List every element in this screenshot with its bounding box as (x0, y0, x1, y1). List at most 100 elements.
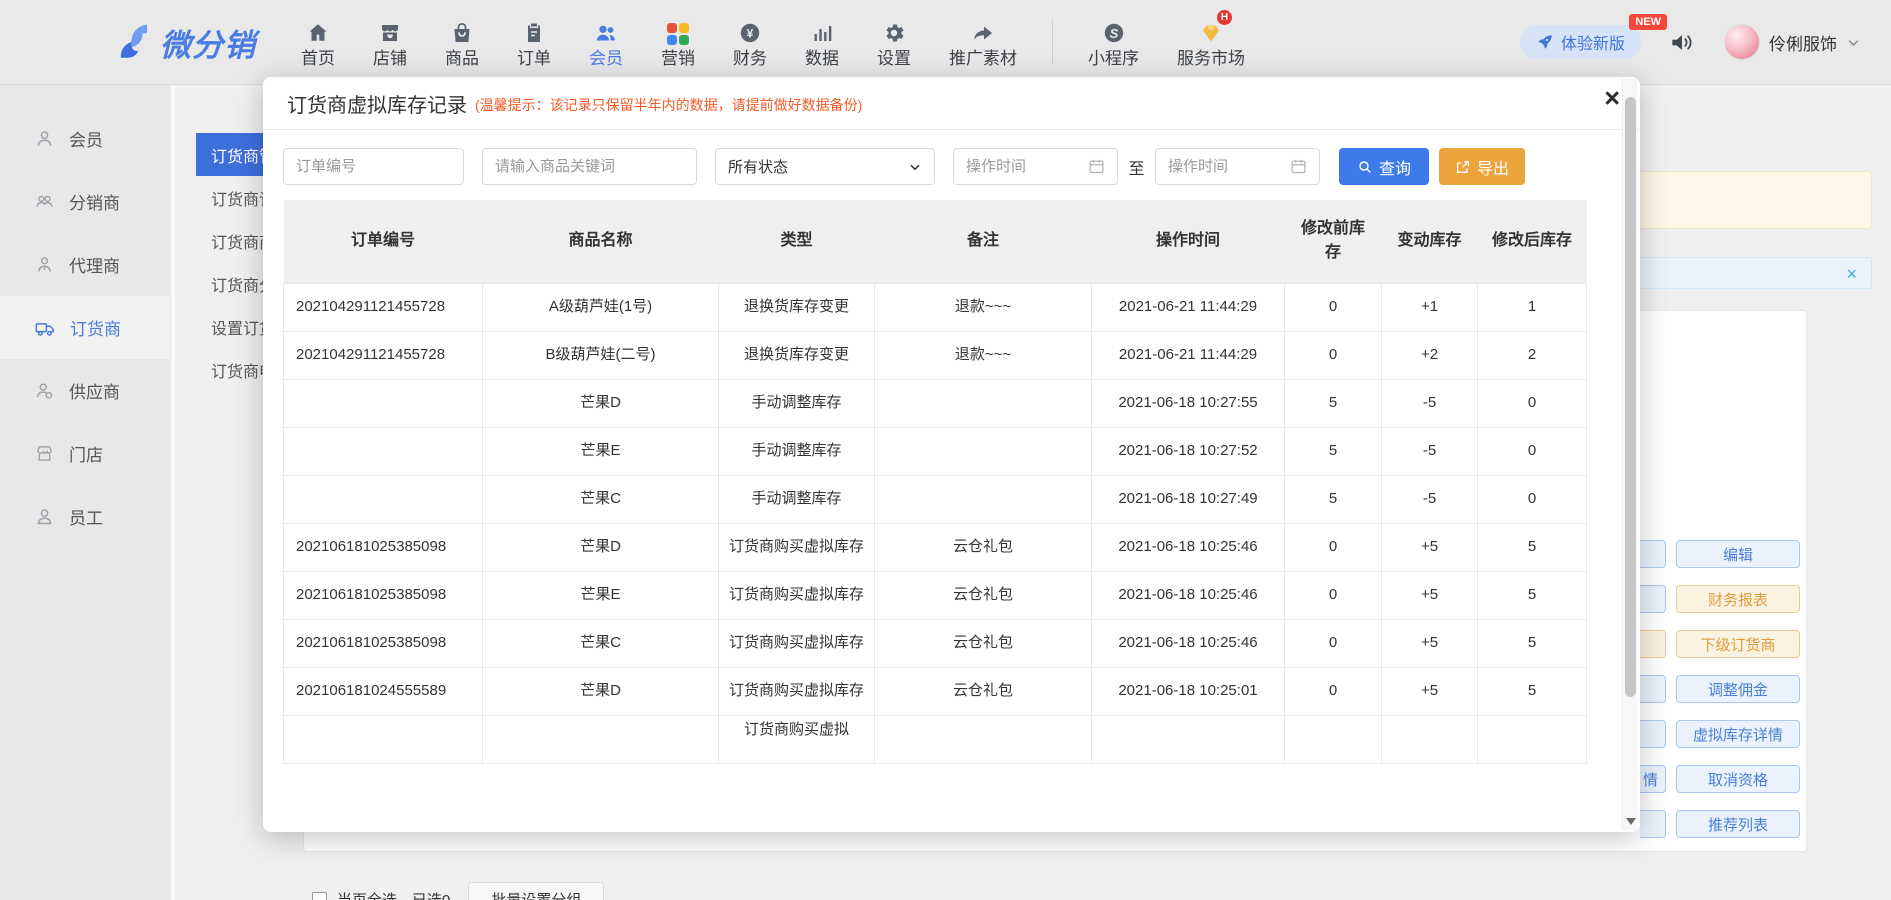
app-logo: 微分销 (112, 20, 256, 65)
account-menu[interactable]: 伶俐服饰 (1724, 24, 1861, 60)
table-cell: 2021-06-21 11:44:29 (1092, 331, 1285, 379)
sidebar-item-agent[interactable]: 代理商 (0, 233, 170, 296)
table-cell: +5 (1382, 667, 1478, 715)
person-icon (34, 128, 55, 149)
navbar-right: 体验新版 NEW 伶俐服饰 (1520, 24, 1861, 60)
table-cell: 5 (1478, 571, 1587, 619)
select-all-label: 当页全选，已选0 (337, 889, 450, 900)
bar-chart-icon (810, 17, 834, 45)
nav-item-service-market[interactable]: H 服务市场 (1162, 17, 1260, 67)
action-button[interactable]: 编辑 (1676, 540, 1800, 568)
partial-action-button[interactable] (1640, 810, 1666, 838)
svg-text:¥: ¥ (747, 27, 754, 41)
nav-item-member[interactable]: 会员 (574, 17, 638, 67)
action-button[interactable]: 推荐列表 (1676, 810, 1800, 838)
table-cell: 手动调整库存 (719, 427, 875, 475)
table-cell (284, 379, 483, 427)
action-button[interactable]: 财务报表 (1676, 585, 1800, 613)
nav-item-order[interactable]: 订单 (502, 17, 566, 67)
nav-item-data[interactable]: 数据 (790, 17, 854, 67)
nav-item-finance[interactable]: ¥ 财务 (718, 17, 782, 67)
table-cell: 订货商购买虚拟库存 (719, 619, 875, 667)
table-cell: 0 (1285, 667, 1382, 715)
modal-scrollbar[interactable] (1622, 79, 1637, 830)
miniprogram-icon: S (1102, 17, 1126, 45)
partial-action-button[interactable] (1640, 585, 1666, 613)
column-header: 变动库存 (1382, 200, 1478, 283)
column-header: 修改前库存 (1285, 200, 1382, 283)
sidebar-item-member[interactable]: 会员 (0, 107, 170, 170)
members-icon (593, 17, 619, 45)
submenu-item-2[interactable]: 订货商商 (196, 219, 266, 262)
table-row: 202104291121455728B级葫芦娃(二号)退换货库存变更退款~~~2… (284, 331, 1587, 379)
scrollbar-thumb[interactable] (1625, 97, 1636, 697)
action-button[interactable]: 虚拟库存详情 (1676, 720, 1800, 748)
sidebar: 会员 分销商 代理商 订货商 供应商 (0, 85, 170, 900)
nav-item-settings[interactable]: 设置 (862, 17, 926, 67)
select-all-checkbox[interactable] (312, 892, 327, 900)
batch-group-button[interactable]: 批量设置分组 (468, 882, 604, 900)
table-cell: 2021-06-18 10:27:49 (1092, 475, 1285, 523)
sidebar-item-staff[interactable]: 员工 (0, 485, 170, 548)
table-cell: 2021-06-18 10:25:46 (1092, 523, 1285, 571)
nav-item-marketing[interactable]: 营销 (646, 17, 710, 67)
partial-action-button[interactable] (1640, 630, 1666, 658)
table-row: 202106181025385098芒果C订货商购买虚拟库存云仓礼包2021-0… (284, 619, 1587, 667)
table-cell: 手动调整库存 (719, 475, 875, 523)
calendar-icon (1088, 158, 1105, 175)
nav-item-promo-material[interactable]: 推广素材 (934, 17, 1032, 67)
sidebar-item-vendor[interactable]: 供应商 (0, 359, 170, 422)
table-cell: 2021-06-18 10:27:52 (1092, 427, 1285, 475)
time-to-input[interactable] (1155, 148, 1320, 185)
status-select[interactable]: 所有状态 (715, 148, 935, 185)
table-cell: +5 (1382, 523, 1478, 571)
close-icon[interactable]: × (1604, 85, 1620, 112)
svg-text:S: S (1109, 26, 1118, 41)
staff-person-icon (34, 506, 55, 527)
order-number-input[interactable] (283, 148, 464, 185)
column-header: 修改后库存 (1478, 200, 1587, 283)
speaker-icon[interactable] (1669, 29, 1696, 56)
nav-item-shop[interactable]: 店铺 (358, 17, 422, 67)
nav-item-miniprogram[interactable]: S 小程序 (1073, 17, 1154, 67)
partial-action-button[interactable]: 情 (1640, 765, 1666, 793)
to-label: 至 (1118, 155, 1155, 179)
partial-action-button[interactable] (1640, 540, 1666, 568)
search-button[interactable]: 查询 (1339, 148, 1429, 185)
export-button[interactable]: 导出 (1439, 148, 1525, 185)
table-cell: 订货商购买虚拟库存 (719, 667, 875, 715)
nav-item-product[interactable]: 商品 (430, 17, 494, 67)
table-row: 202106181025385098芒果D订货商购买虚拟库存云仓礼包2021-0… (284, 523, 1587, 571)
table-cell (284, 427, 483, 475)
table-cell: 云仓礼包 (875, 571, 1092, 619)
table-cell (875, 379, 1092, 427)
partial-action-button[interactable] (1640, 675, 1666, 703)
partial-action-button[interactable] (1640, 720, 1666, 748)
action-button[interactable]: 取消资格 (1676, 765, 1800, 793)
submenu-item-5[interactable]: 订货商申 (196, 348, 266, 391)
avatar (1724, 24, 1760, 60)
submenu-item-1[interactable]: 订货商订 (196, 176, 266, 219)
submenu-item-4[interactable]: 设置订货 (196, 305, 266, 348)
table-cell: +1 (1382, 283, 1478, 331)
sidebar-item-distributor[interactable]: 分销商 (0, 170, 170, 233)
try-new-version-button[interactable]: 体验新版 NEW (1520, 25, 1641, 59)
table-cell: 芒果E (483, 427, 719, 475)
table-cell: 2021-06-18 10:25:46 (1092, 571, 1285, 619)
table-row: 202104291121455728A级葫芦娃(1号)退换货库存变更退款~~~2… (284, 283, 1587, 331)
submenu-item-0[interactable]: 订货商管 (196, 133, 266, 176)
action-button[interactable]: 下级订货商 (1676, 630, 1800, 658)
export-icon (1455, 159, 1471, 175)
submenu-item-3[interactable]: 订货商分 (196, 262, 266, 305)
banner-close-icon[interactable]: × (1846, 261, 1857, 287)
sidebar-item-supplier-orders[interactable]: 订货商 (0, 296, 170, 359)
product-keyword-input[interactable] (482, 148, 697, 185)
scrollbar-down-arrow[interactable] (1626, 818, 1636, 825)
action-button[interactable]: 调整佣金 (1676, 675, 1800, 703)
sidebar-item-store[interactable]: 门店 (0, 422, 170, 485)
rocket-icon (1536, 33, 1554, 51)
nav-item-home[interactable]: 首页 (286, 17, 350, 67)
table-cell: 订货商购买虚拟库存 (719, 523, 875, 571)
time-from-input[interactable] (953, 148, 1118, 185)
table-cell: 手动调整库存 (719, 379, 875, 427)
